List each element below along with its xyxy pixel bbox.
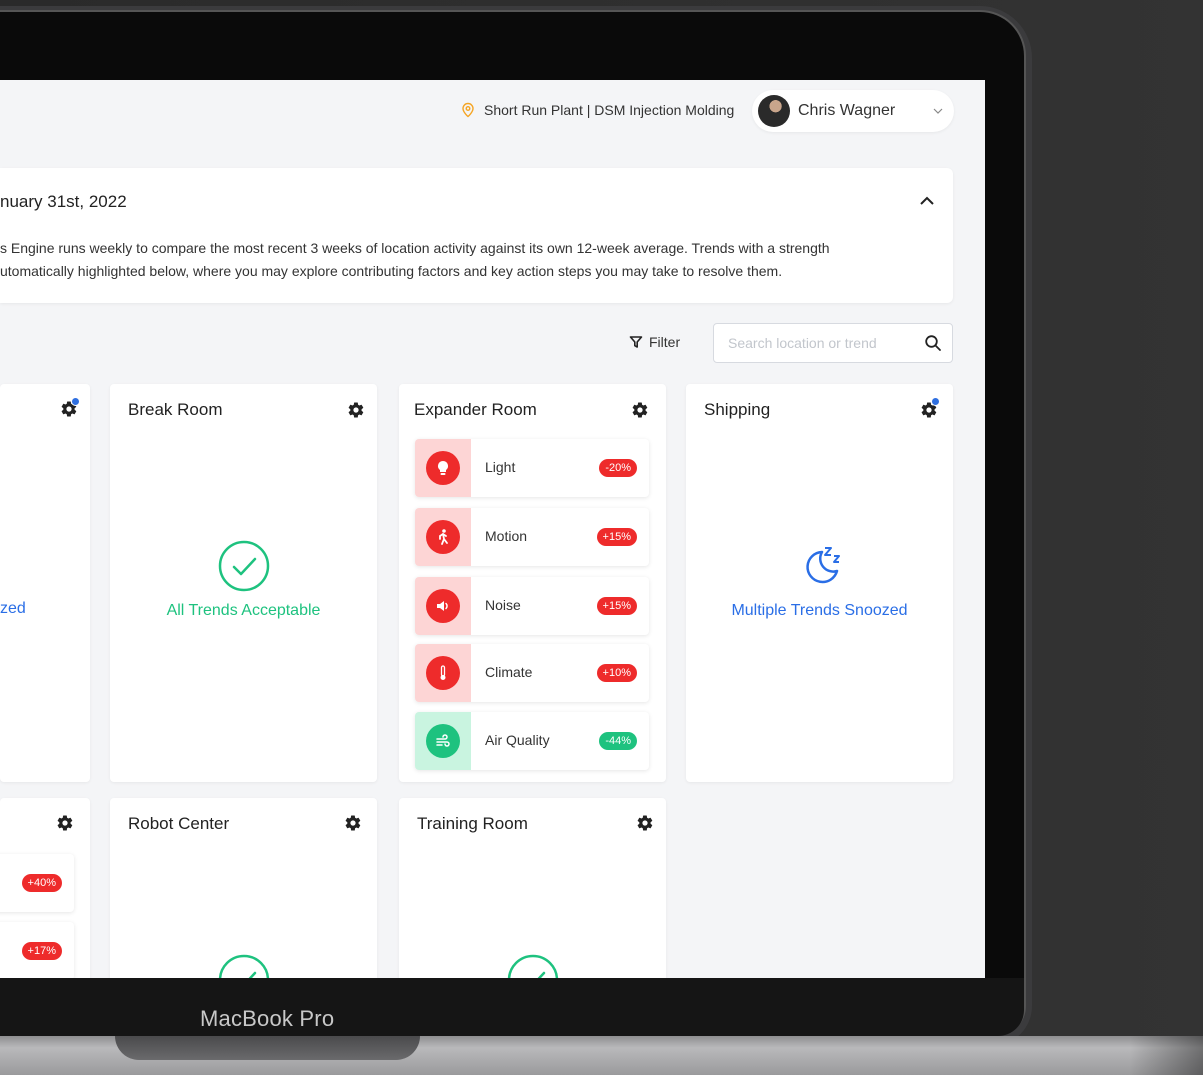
trend-row[interactable]: +17% xyxy=(0,922,74,978)
user-name: Chris Wagner xyxy=(798,102,896,119)
card-status: All Trends Acceptable xyxy=(166,602,321,619)
check-circle-icon xyxy=(507,954,559,978)
search-icon[interactable] xyxy=(924,334,942,352)
filter-button[interactable]: Filter xyxy=(629,334,680,350)
card-status: zed xyxy=(0,600,26,617)
snooze-moon-icon xyxy=(806,547,840,584)
trend-row-air-quality[interactable]: Air Quality -44% xyxy=(415,712,649,770)
location-label: Short Run Plant | DSM Injection Molding xyxy=(484,102,735,118)
card-shipping[interactable]: Shipping Multiple Trends Snoozed xyxy=(686,384,953,782)
card-break-room[interactable]: Break Room All Trends Acceptable xyxy=(110,384,377,782)
trend-badge: +15% xyxy=(596,597,637,615)
gear-icon[interactable] xyxy=(631,401,649,419)
trend-label: Climate xyxy=(485,664,533,680)
avatar xyxy=(758,95,790,127)
walking-person-icon xyxy=(426,520,460,554)
laptop-base-shadow xyxy=(1130,1036,1203,1075)
gear-icon[interactable] xyxy=(344,814,362,832)
chevron-up-icon[interactable] xyxy=(918,194,936,208)
location-card[interactable]: zed xyxy=(0,384,90,782)
trend-badge: +40% xyxy=(21,874,62,892)
notification-badge xyxy=(71,397,80,406)
laptop-chin xyxy=(0,978,1024,1036)
chevron-down-icon xyxy=(933,108,943,114)
laptop-base-notch xyxy=(115,1036,420,1060)
search-box xyxy=(713,323,953,363)
trend-label: Air Quality xyxy=(485,732,550,748)
trend-label: Light xyxy=(485,459,516,475)
map-pin-icon xyxy=(462,102,474,118)
card-title: Shipping xyxy=(704,400,771,419)
trend-row[interactable]: +40% xyxy=(0,854,74,912)
trend-badge: +15% xyxy=(596,528,637,546)
check-circle-icon xyxy=(218,954,270,978)
location-selector[interactable]: Short Run Plant | DSM Injection Molding xyxy=(460,102,734,118)
card-training-room[interactable]: Training Room xyxy=(399,798,666,978)
filter-label: Filter xyxy=(649,334,681,350)
card-title: Expander Room xyxy=(414,400,537,419)
report-title: nuary 31st, 2022 xyxy=(0,192,127,211)
report-text-line: s Engine runs weekly to compare the most… xyxy=(0,240,830,256)
notification-badge xyxy=(931,397,940,406)
lightbulb-icon xyxy=(426,451,460,485)
trend-row-light[interactable]: Light -20% xyxy=(415,439,649,497)
report-description: s Engine runs weekly to compare the most… xyxy=(0,237,925,283)
card-title: Training Room xyxy=(417,814,528,833)
trend-label: Motion xyxy=(485,528,528,544)
report-text-line: utomatically highlighted below, where yo… xyxy=(0,263,783,279)
speaker-icon xyxy=(426,589,460,623)
trend-row-noise[interactable]: Noise +15% xyxy=(415,577,649,635)
gear-icon[interactable] xyxy=(56,814,74,832)
trend-badge: -44% xyxy=(599,732,637,750)
check-circle-icon xyxy=(218,540,270,592)
trend-row-climate[interactable]: Climate +10% xyxy=(415,644,649,702)
app-screen: Short Run Plant | DSM Injection Molding … xyxy=(0,80,985,978)
gear-icon[interactable] xyxy=(347,401,365,419)
location-card[interactable]: +40% +17% xyxy=(0,798,90,978)
trend-badge: -20% xyxy=(599,459,637,477)
card-expander-room[interactable]: Expander Room Light -20% Motion +15% Noi… xyxy=(399,384,666,782)
card-title: Break Room xyxy=(128,400,223,419)
thermometer-icon xyxy=(426,656,460,690)
report-panel: nuary 31st, 2022 s Engine runs weekly to… xyxy=(0,168,953,303)
device-label: MacBook Pro xyxy=(200,1006,335,1031)
user-menu[interactable]: Chris Wagner xyxy=(752,90,954,132)
trend-badge: +10% xyxy=(596,664,637,682)
gear-icon[interactable] xyxy=(636,814,654,832)
card-status: Multiple Trends Snoozed xyxy=(731,602,908,619)
trend-label: Noise xyxy=(485,597,521,613)
filter-icon xyxy=(629,336,643,348)
trend-badge: +17% xyxy=(21,942,62,960)
search-input[interactable] xyxy=(728,335,924,351)
trend-row-motion[interactable]: Motion +15% xyxy=(415,508,649,566)
wind-icon xyxy=(426,724,460,758)
card-title: Robot Center xyxy=(128,814,230,833)
card-robot-center[interactable]: Robot Center xyxy=(110,798,377,978)
